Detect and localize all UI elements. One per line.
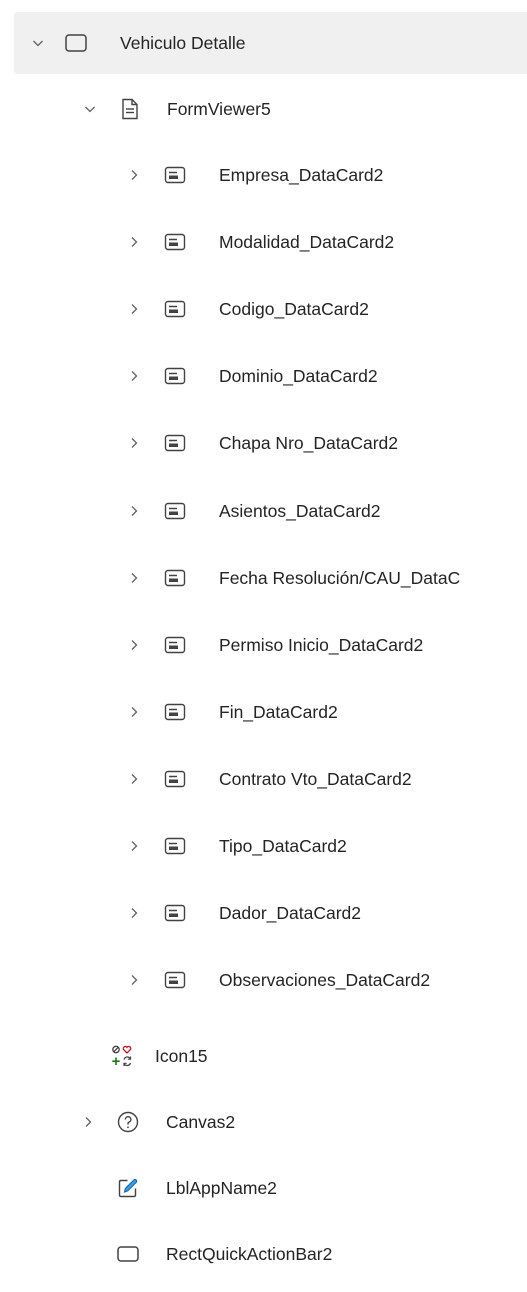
datacard-icon bbox=[163, 230, 187, 254]
chevron-right-icon[interactable] bbox=[127, 973, 141, 987]
datacard-icon bbox=[163, 901, 187, 925]
screen-icon bbox=[64, 31, 88, 55]
chevron-right-icon[interactable] bbox=[127, 906, 141, 920]
tree-item-datacard[interactable]: Permiso Inicio_DataCard2 bbox=[14, 614, 527, 676]
tree-item-label: Empresa_DataCard2 bbox=[219, 165, 384, 185]
chevron-down-icon[interactable] bbox=[83, 102, 97, 116]
datacard-icon bbox=[163, 968, 187, 992]
tree-item-label: Fin_DataCard2 bbox=[219, 702, 338, 722]
datacard-icon bbox=[163, 499, 187, 523]
tree-item-datacard[interactable]: Observaciones_DataCard2 bbox=[14, 949, 527, 1011]
chevron-right-icon[interactable] bbox=[127, 705, 141, 719]
tree-item-label: Tipo_DataCard2 bbox=[219, 836, 347, 856]
tree-view: Vehiculo Detalle FormViewer5 Empresa_Dat… bbox=[0, 0, 527, 1292]
tree-item-label: Vehiculo Detalle bbox=[120, 33, 246, 53]
tree-item-formviewer5[interactable]: FormViewer5 bbox=[14, 78, 527, 140]
tree-item-label: Fecha Resolución/CAU_DataC bbox=[219, 568, 461, 588]
tree-item-label: Icon15 bbox=[155, 1046, 208, 1066]
chevron-right-icon[interactable] bbox=[127, 436, 141, 450]
icons-control-icon bbox=[110, 1044, 134, 1068]
chevron-right-icon[interactable] bbox=[127, 772, 141, 786]
datacard-icon bbox=[163, 163, 187, 187]
tree-item-label: FormViewer5 bbox=[167, 99, 271, 119]
tree-item-label: Dador_DataCard2 bbox=[219, 903, 362, 923]
datacard-icon bbox=[163, 297, 187, 321]
datacard-icon bbox=[163, 633, 187, 657]
tree-item-icon15[interactable]: Icon15 bbox=[14, 1025, 527, 1087]
chevron-right-icon[interactable] bbox=[127, 168, 141, 182]
rectangle-icon bbox=[116, 1242, 140, 1266]
chevron-right-icon[interactable] bbox=[127, 839, 141, 853]
tree-item-label: RectQuickActionBar2 bbox=[166, 1244, 333, 1264]
tree-item-datacard[interactable]: Fin_DataCard2 bbox=[14, 681, 527, 743]
chevron-right-icon[interactable] bbox=[127, 571, 141, 585]
chevron-right-icon[interactable] bbox=[81, 1115, 95, 1129]
chevron-right-icon[interactable] bbox=[127, 235, 141, 249]
datacard-icon bbox=[163, 364, 187, 388]
datacard-icon bbox=[163, 767, 187, 791]
tree-item-datacard[interactable]: Contrato Vto_DataCard2 bbox=[14, 748, 527, 810]
chevron-right-icon[interactable] bbox=[127, 369, 141, 383]
tree-item-label: Observaciones_DataCard2 bbox=[219, 970, 431, 990]
tree-item-canvas2[interactable]: Canvas2 bbox=[14, 1091, 527, 1153]
tree-item-datacard[interactable]: Dominio_DataCard2 bbox=[14, 345, 527, 407]
tree-item-label: Chapa Nro_DataCard2 bbox=[219, 433, 398, 453]
tree-item-lblappname2[interactable]: LblAppName2 bbox=[14, 1157, 527, 1219]
tree-item-label: Canvas2 bbox=[166, 1112, 236, 1132]
chevron-right-icon[interactable] bbox=[127, 504, 141, 518]
tree-item-label: Permiso Inicio_DataCard2 bbox=[219, 635, 424, 655]
tree-item-label: Codigo_DataCard2 bbox=[219, 299, 369, 319]
tree-item-datacard[interactable]: Modalidad_DataCard2 bbox=[14, 211, 527, 273]
chevron-right-icon[interactable] bbox=[127, 302, 141, 316]
tree-item-datacard[interactable]: Fecha Resolución/CAU_DataC bbox=[14, 547, 527, 609]
tree-item-datacard[interactable]: Tipo_DataCard2 bbox=[14, 815, 527, 877]
tree-item-rectquickactionbar2[interactable]: RectQuickActionBar2 bbox=[14, 1223, 527, 1285]
tree-item-label: Modalidad_DataCard2 bbox=[219, 232, 395, 252]
tree-item-label: LblAppName2 bbox=[166, 1178, 277, 1198]
tree-item-datacard[interactable]: Chapa Nro_DataCard2 bbox=[14, 412, 527, 474]
canvas-icon bbox=[116, 1110, 140, 1134]
datacard-icon bbox=[163, 834, 187, 858]
chevron-right-icon[interactable] bbox=[127, 638, 141, 652]
tree-item-label: Asientos_DataCard2 bbox=[219, 501, 381, 521]
chevron-down-icon[interactable] bbox=[31, 36, 45, 50]
datacard-icon bbox=[163, 700, 187, 724]
form-icon bbox=[118, 97, 142, 121]
label-edit-icon bbox=[116, 1176, 140, 1200]
tree-item-vehiculo-detalle[interactable]: Vehiculo Detalle bbox=[14, 12, 527, 74]
tree-item-datacard[interactable]: Asientos_DataCard2 bbox=[14, 480, 527, 542]
tree-item-datacard[interactable]: Codigo_DataCard2 bbox=[14, 278, 527, 340]
datacard-icon bbox=[163, 566, 187, 590]
tree-item-label: Contrato Vto_DataCard2 bbox=[219, 769, 412, 789]
tree-item-datacard[interactable]: Empresa_DataCard2 bbox=[14, 144, 527, 206]
tree-item-datacard[interactable]: Dador_DataCard2 bbox=[14, 882, 527, 944]
tree-item-label: Dominio_DataCard2 bbox=[219, 366, 378, 386]
datacard-icon bbox=[163, 431, 187, 455]
